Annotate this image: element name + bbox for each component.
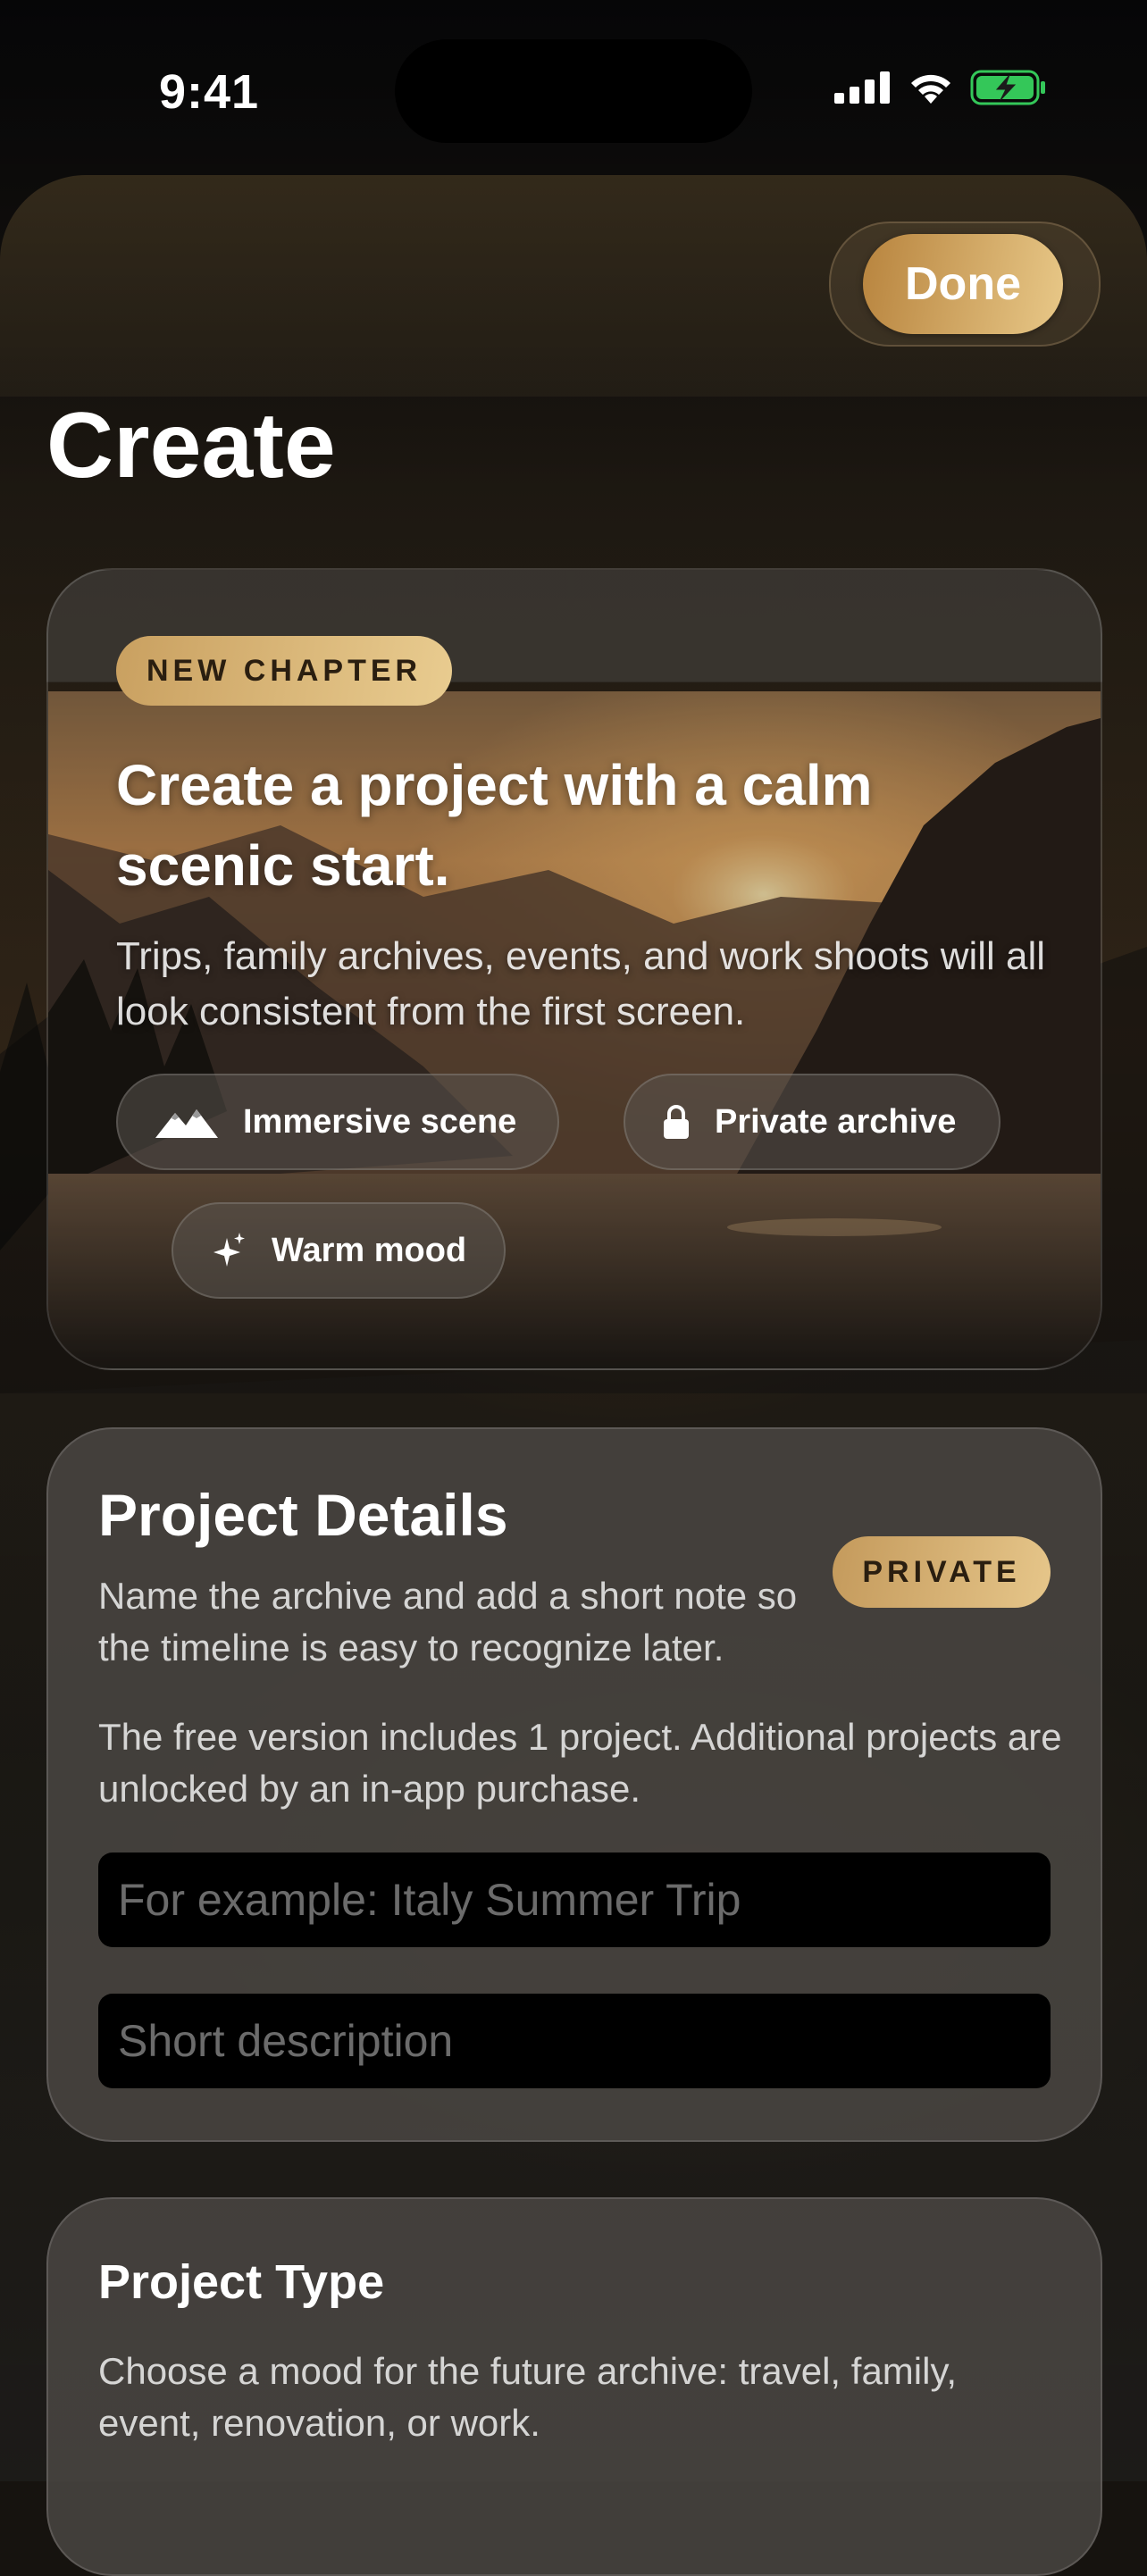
hero-subtitle: Trips, family archives, events, and work… — [116, 934, 1046, 1033]
free-version-note: The free version includes 1 project. Add… — [98, 1716, 1062, 1810]
new-chapter-badge: NEW CHAPTER — [116, 636, 453, 706]
private-badge: PRIVATE — [833, 1536, 1051, 1608]
project-type-description: Choose a mood for the future archive: tr… — [98, 2350, 957, 2444]
wifi-icon — [911, 74, 950, 104]
status-bar: 9:41 — [0, 0, 1147, 179]
project-details-card: Project Details PRIVATE Name the archive… — [46, 1427, 1102, 2142]
chip-label: Warm mood — [272, 1231, 467, 1269]
project-name-input[interactable] — [98, 1853, 1051, 1947]
mountains-icon — [155, 1109, 218, 1138]
cellular-signal-icon — [834, 71, 890, 104]
project-type-card: Project Type Choose a mood for the futur… — [46, 2197, 1102, 2576]
done-button[interactable]: Done — [863, 234, 1063, 334]
project-details-title: Project Details — [98, 1482, 508, 1548]
chip-label: Immersive scene — [243, 1102, 517, 1141]
project-details-description: Name the archive and add a short note so… — [98, 1575, 798, 1669]
chip-warm-mood: Warm mood — [172, 1202, 506, 1299]
status-time: 9:41 — [159, 65, 260, 119]
hero-card: NEW CHAPTER Create a project with a calm… — [46, 568, 1102, 1370]
page-title: Create — [46, 394, 336, 498]
project-type-title: Project Type — [98, 2255, 385, 2309]
chip-immersive-scene: Immersive scene — [116, 1074, 559, 1170]
short-description-input[interactable] — [98, 1994, 1051, 2088]
chip-private-archive: Private archive — [624, 1074, 1000, 1170]
battery-charging-icon — [970, 70, 1045, 105]
sparkles-icon — [213, 1233, 245, 1267]
dynamic-island — [395, 39, 752, 143]
done-button-container: Done — [829, 222, 1101, 347]
status-icons — [834, 70, 1047, 105]
hero-title: Create a project with a calm scenic star… — [116, 753, 873, 898]
lock-icon — [664, 1105, 689, 1139]
chip-label: Private archive — [715, 1102, 957, 1141]
